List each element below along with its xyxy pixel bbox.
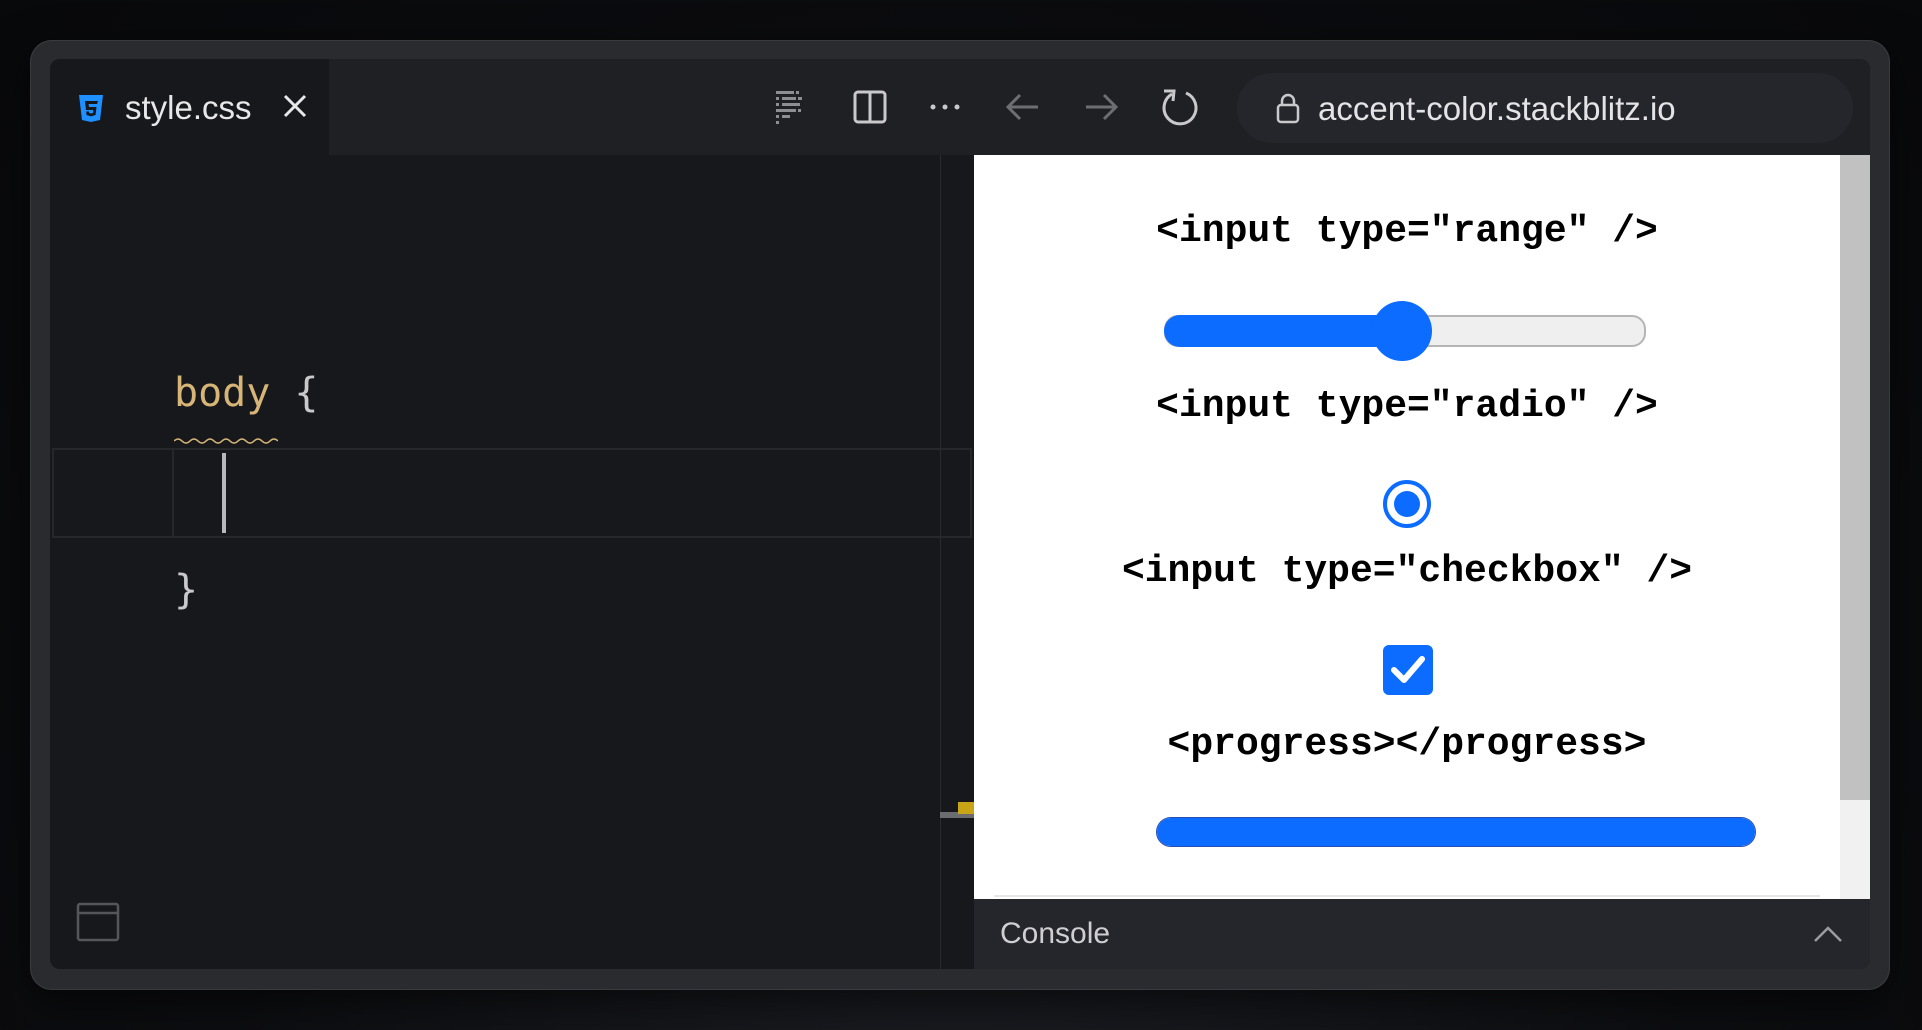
close-brace: } [174, 567, 199, 613]
open-brace: { [294, 370, 319, 416]
address-bar[interactable]: accent-color.stackblitz.io [1237, 73, 1853, 143]
radio-button[interactable] [1383, 480, 1431, 528]
address-url: accent-color.stackblitz.io [1318, 90, 1676, 127]
chevron-up-icon[interactable] [1811, 921, 1845, 945]
css3-icon [79, 95, 103, 122]
overview-ruler-warning [958, 802, 974, 814]
radio-heading: <input type="radio" /> [1156, 385, 1658, 428]
current-line-highlight [52, 448, 972, 538]
code-editor[interactable]: body { } [50, 155, 974, 969]
checkmark-icon [1391, 656, 1425, 683]
prettier-icon[interactable] [770, 85, 810, 129]
split-view-icon[interactable] [850, 85, 890, 129]
more-icon[interactable] [925, 85, 965, 129]
preview-divider [994, 895, 1820, 897]
editor-tab-style-css[interactable]: style.css [50, 59, 329, 155]
lock-icon [1276, 93, 1300, 124]
css-selector: body [174, 370, 271, 416]
checkbox[interactable] [1383, 645, 1433, 695]
code-line-selector: body { [174, 370, 319, 416]
console-panel[interactable]: Console [974, 899, 1870, 969]
warning-squiggle [174, 438, 278, 444]
top-bar: style.css accent-color.stackblitz.io [50, 59, 1870, 155]
close-icon[interactable] [280, 91, 310, 121]
checkbox-heading: <input type="checkbox" /> [1121, 550, 1693, 593]
minimap-divider [940, 155, 941, 969]
scrollbar-thumb[interactable] [1840, 155, 1870, 800]
range-slider[interactable] [1164, 301, 1646, 361]
gutter-divider [172, 450, 174, 536]
text-cursor [222, 453, 226, 533]
progress-bar [1156, 817, 1756, 847]
preview-scrollbar[interactable] [1840, 155, 1870, 899]
console-label: Console [1000, 917, 1111, 950]
range-fill [1164, 315, 1402, 347]
code-line-close: } [174, 567, 198, 613]
range-heading: <input type="range" /> [1156, 210, 1658, 253]
panel-toggle-icon[interactable] [76, 902, 120, 942]
preview-pane: <input type="range" /> <input type="radi… [974, 155, 1840, 899]
tab-filename: style.css [125, 89, 252, 126]
forward-arrow-icon[interactable] [1082, 85, 1122, 129]
back-arrow-icon[interactable] [1002, 85, 1042, 129]
range-thumb[interactable] [1372, 301, 1432, 361]
progress-heading: <progress></progress> [1167, 723, 1647, 766]
reload-icon[interactable] [1160, 85, 1200, 129]
progress-fill [1157, 818, 1755, 846]
stackblitz-window: style.css accent-color.stackblitz.io bod… [50, 59, 1870, 969]
radio-dot [1394, 491, 1420, 517]
